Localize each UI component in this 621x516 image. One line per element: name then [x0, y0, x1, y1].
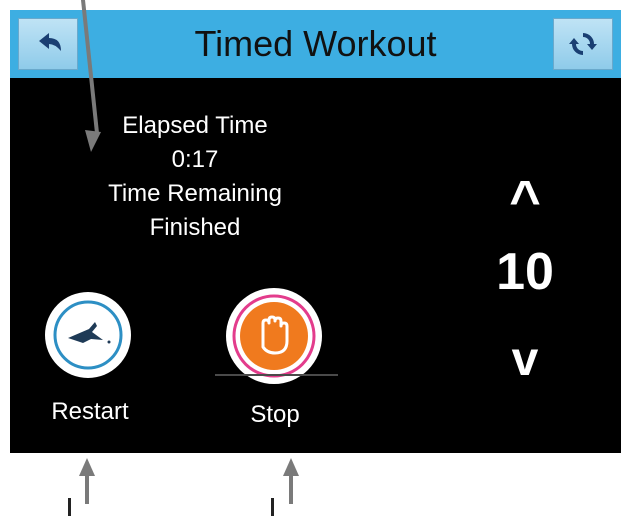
annotation-arrow-shaft — [85, 474, 89, 504]
elapsed-time-value: 0:17 — [171, 146, 219, 173]
workout-screen: Timed Workout Elapsed Time 0:17 Time Rem… — [10, 10, 621, 453]
annotation-arrowhead-down — [85, 130, 101, 152]
stop-hand-icon — [232, 294, 316, 378]
counter-value: 10 — [496, 243, 554, 301]
back-button[interactable] — [18, 18, 78, 70]
stop-button[interactable] — [226, 288, 322, 384]
time-remaining-label: Time Remaining — [108, 180, 282, 207]
annotation-arrow-tail — [68, 498, 71, 516]
elapsed-time-label: Elapsed Time — [122, 112, 268, 139]
page-title: Timed Workout — [194, 23, 437, 64]
annotation-arrow-shaft — [289, 474, 293, 504]
counter-up-button[interactable]: ^ — [480, 170, 570, 230]
stop-label: Stop — [250, 401, 300, 428]
annotation-arrow-tail — [271, 498, 274, 516]
refresh-button[interactable] — [553, 18, 613, 70]
stop-divider — [215, 374, 338, 376]
restart-button[interactable] — [45, 292, 131, 378]
restart-icon — [53, 300, 123, 370]
time-remaining-value: Finished — [149, 214, 241, 241]
restart-label: Restart — [51, 398, 129, 425]
header-bar: Timed Workout — [10, 10, 621, 78]
counter-down-button[interactable]: v — [480, 332, 570, 387]
back-arrow-icon — [39, 33, 61, 51]
refresh-icon — [569, 33, 597, 55]
